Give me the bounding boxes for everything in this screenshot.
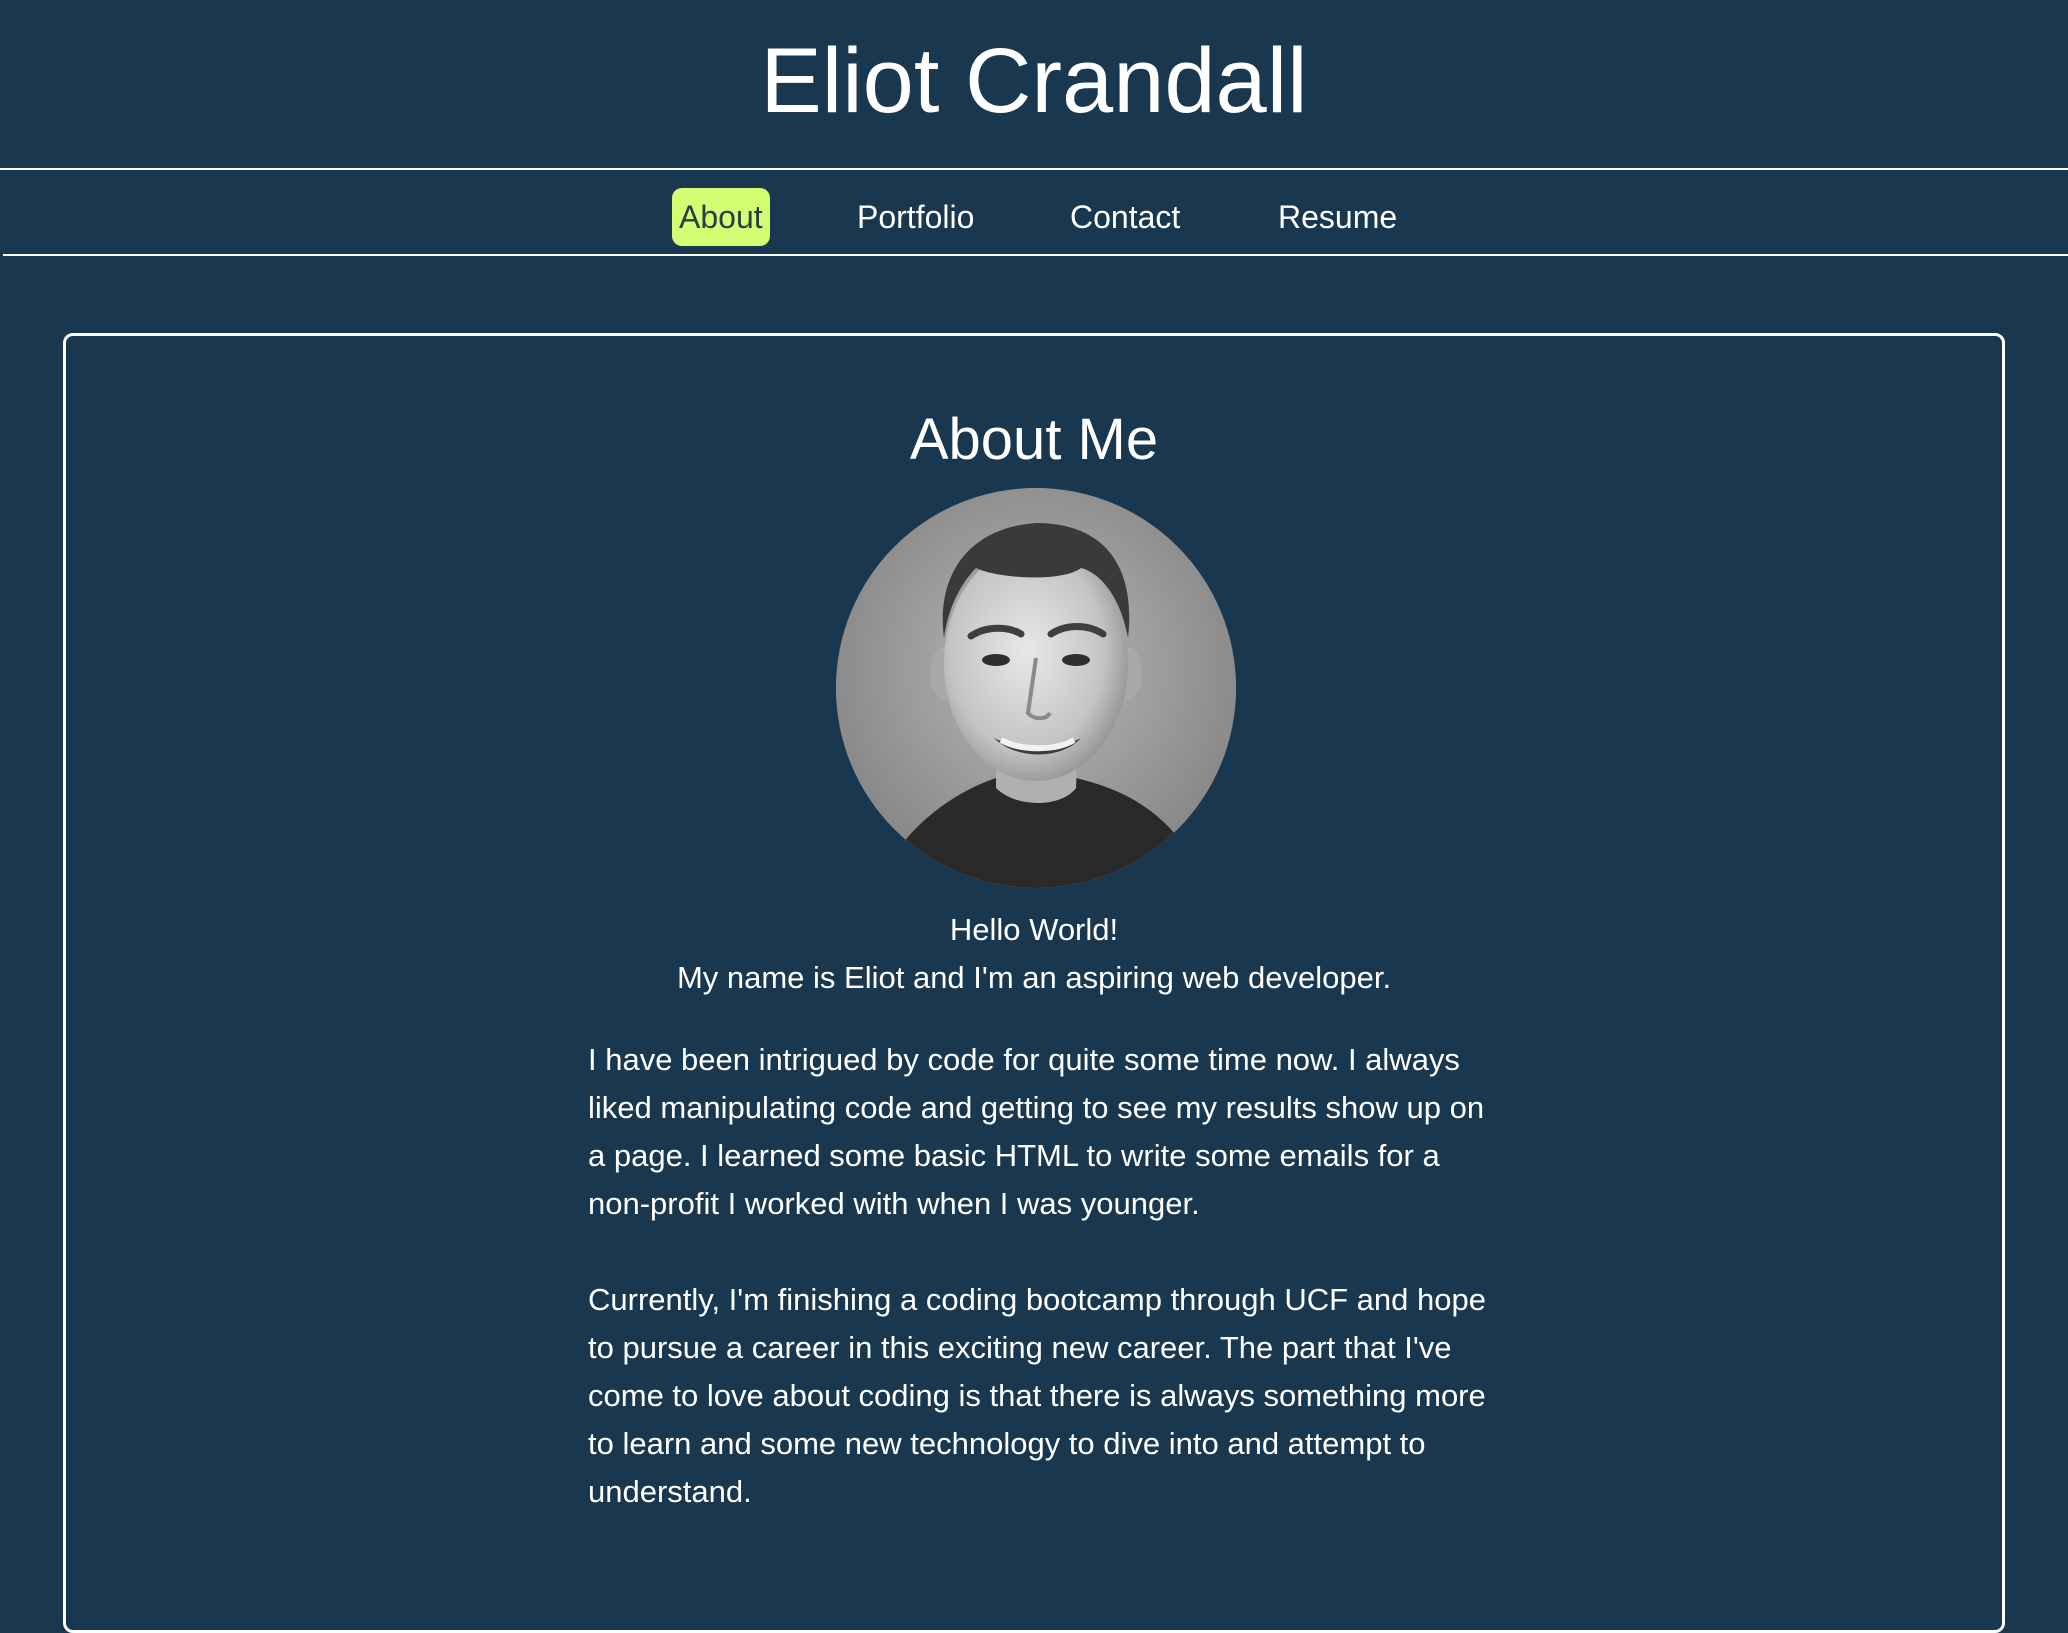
bio: I have been intrigued by code for quite … bbox=[588, 1036, 1508, 1564]
nav-portfolio[interactable]: Portfolio bbox=[857, 188, 974, 246]
nav-resume[interactable]: Resume bbox=[1278, 188, 1397, 246]
greeting-line-intro: My name is Eliot and I'm an aspiring web… bbox=[676, 960, 1392, 995]
nav-about[interactable]: About bbox=[672, 188, 770, 246]
site-title: Eliot Crandall bbox=[760, 29, 1308, 132]
main-nav: About Portfolio Contact Resume bbox=[3, 170, 2068, 256]
about-card: About Me Hello World! My name is Eliot a… bbox=[63, 333, 2005, 1633]
bio-paragraph: I have been intrigued by code for quite … bbox=[588, 1042, 1485, 1221]
about-heading: About Me bbox=[909, 407, 1159, 472]
greeting: Hello World! My name is Eliot and I'm an… bbox=[66, 906, 2002, 1002]
profile-photo bbox=[836, 488, 1236, 888]
greeting-line-hello: Hello World! bbox=[949, 912, 1119, 947]
nav-contact[interactable]: Contact bbox=[1070, 188, 1180, 246]
portrait-icon bbox=[836, 488, 1236, 888]
bio-paragraph: Currently, I'm finishing a coding bootca… bbox=[588, 1282, 1486, 1509]
site-header: Eliot Crandall bbox=[0, 0, 2068, 170]
